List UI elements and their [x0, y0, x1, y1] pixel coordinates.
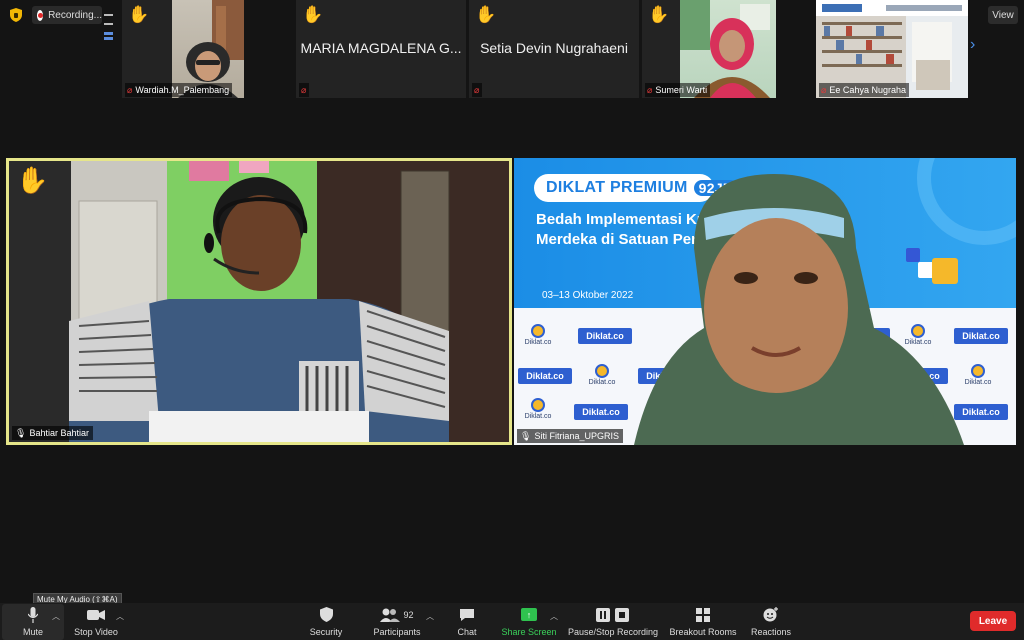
- breakout-grid-icon: [696, 607, 710, 623]
- share-screen-label: Share Screen: [501, 626, 557, 637]
- reactions-label: Reactions: [750, 626, 792, 637]
- diklat-badge-icon: [595, 364, 609, 378]
- participants-options-caret-icon[interactable]: ︿: [426, 611, 434, 622]
- participant-name: Sumeri Warti: [655, 85, 708, 95]
- participant-display-name: Setia Devin Nugrahaeni: [480, 40, 628, 56]
- mute-label: Mute: [22, 626, 43, 637]
- video-camera-icon: [87, 607, 105, 623]
- raised-hand-icon: ✋: [302, 5, 324, 24]
- participant-thumbnail[interactable]: ✋ MARIA MAGDALENA G... ⌀: [296, 0, 466, 98]
- diklat-small-logo: Diklat.co: [958, 364, 998, 386]
- participant-thumbnail[interactable]: ⌀ Ee Cahya Nugraha: [816, 0, 968, 98]
- participant-name: Wardiah.M_Palembang: [135, 85, 230, 95]
- encryption-shield-icon[interactable]: [6, 7, 26, 23]
- chat-bubble-icon: [459, 607, 475, 623]
- raised-hand-icon: ✋: [475, 5, 497, 24]
- muted-mic-icon: ⌀: [301, 84, 307, 95]
- participants-icon: 92: [380, 607, 414, 623]
- stop-video-label: Stop Video: [74, 626, 118, 637]
- participant-name: Siti Fitriana_UPGRIS: [534, 431, 619, 441]
- diklat-badge-icon: [971, 364, 985, 378]
- chat-label: Chat: [457, 626, 477, 637]
- smiley-plus-icon: [763, 607, 779, 623]
- share-options-caret-icon[interactable]: ︿: [550, 611, 558, 622]
- pause-stop-recording-label: Pause/Stop Recording: [567, 626, 659, 637]
- active-speaker-video: [9, 161, 509, 442]
- diklat-small-logo-text: Diklat.co: [588, 379, 616, 386]
- diklat-small-logo: Diklat.co: [518, 398, 558, 420]
- muted-mic-icon: ⌀: [127, 84, 133, 95]
- grid-view-icon[interactable]: [103, 32, 113, 40]
- next-page-chevron-icon[interactable]: ›: [970, 36, 975, 54]
- participant-name-tag: ⌀ Wardiah.M_Palembang: [125, 83, 233, 97]
- audio-options-caret-icon[interactable]: ︿: [52, 611, 60, 622]
- video-options-caret-icon[interactable]: ︿: [116, 611, 124, 622]
- diklat-logo: Diklat.co: [574, 404, 628, 420]
- active-speaker-tile[interactable]: ✋ 🎙 Bahtiar Bahtiar: [6, 158, 512, 445]
- microphone-icon: [28, 606, 38, 623]
- recording-label: Recording...: [48, 9, 102, 21]
- meeting-toolbar: Mute ︿ Stop Video ︿ Security 92 Particip…: [0, 603, 1024, 640]
- participant-tile[interactable]: DIKLAT PREMIUM 92JP Bedah Implementasi K…: [514, 158, 1016, 445]
- presenter-video: [634, 174, 964, 445]
- recording-indicator[interactable]: Recording...: [32, 6, 102, 24]
- diklat-small-logo: Diklat.co: [582, 364, 622, 386]
- diklat-logo: Diklat.co: [518, 368, 572, 384]
- gallery-strip-controls: [100, 14, 116, 58]
- diklat-logo: Diklat.co: [578, 328, 632, 344]
- raised-hand-icon: ✋: [648, 5, 670, 24]
- muted-mic-icon: ⌀: [474, 84, 480, 95]
- participant-name-tag: ⌀: [472, 83, 483, 97]
- mute-button[interactable]: Mute: [14, 603, 52, 640]
- diklat-badge-icon: [531, 324, 545, 338]
- diklat-small-logo-text: Diklat.co: [964, 379, 992, 386]
- participant-thumbnail[interactable]: ✋ ⌀ Wardiah.M_Palembang: [122, 0, 244, 98]
- participant-name-tag: 🎙 Siti Fitriana_UPGRIS: [517, 429, 623, 443]
- diklat-small-logo: Diklat.co: [518, 324, 558, 346]
- minimize-strip-icon[interactable]: [103, 23, 113, 25]
- participant-count: 92: [403, 609, 414, 620]
- security-label: Security: [309, 626, 343, 637]
- leave-button[interactable]: Leave: [970, 611, 1016, 631]
- participant-name-tag: ⌀: [299, 83, 310, 97]
- reactions-button[interactable]: Reactions: [748, 603, 794, 640]
- chat-button[interactable]: Chat: [450, 603, 484, 640]
- participant-name-tag: 🎙 Bahtiar Bahtiar: [12, 426, 93, 440]
- participants-label: Participants: [373, 626, 421, 637]
- unmuted-mic-icon: 🎙: [15, 427, 27, 438]
- participant-thumbnail[interactable]: ✋ ⌀ Sumeri Warti: [642, 0, 776, 98]
- muted-mic-icon: ⌀: [647, 84, 653, 95]
- zoom-meeting-window: Recording... ✋ ⌀ Wardiah.M_Palembang ✋ M…: [0, 0, 1024, 640]
- diklat-small-logo-text: Diklat.co: [524, 339, 552, 346]
- participant-display-name: MARIA MAGDALENA G...: [300, 40, 462, 56]
- raised-hand-icon: ✋: [128, 5, 150, 24]
- security-button[interactable]: Security: [302, 603, 350, 640]
- share-screen-icon: ↑: [521, 607, 537, 623]
- muted-mic-icon: ⌀: [821, 84, 827, 95]
- participant-name-tag: ⌀ Ee Cahya Nugraha: [819, 83, 909, 97]
- shield-icon: [319, 607, 333, 623]
- pause-stop-icons: [596, 607, 630, 623]
- raised-hand-icon: ✋: [16, 165, 49, 195]
- record-icon: [37, 9, 44, 21]
- participants-button[interactable]: 92 Participants: [368, 603, 426, 640]
- participant-name-tag: ⌀ Sumeri Warti: [645, 83, 711, 97]
- unmuted-mic-icon: 🎙: [520, 430, 532, 441]
- diklat-badge-icon: [531, 398, 545, 412]
- view-button[interactable]: View: [988, 6, 1018, 24]
- participant-thumbnail[interactable]: ✋ Setia Devin Nugrahaeni ⌀: [469, 0, 639, 98]
- diklat-small-logo-text: Diklat.co: [524, 413, 552, 420]
- breakout-rooms-button[interactable]: Breakout Rooms: [668, 603, 738, 640]
- hide-strip-icon[interactable]: [103, 14, 113, 16]
- breakout-rooms-label: Breakout Rooms: [669, 626, 737, 637]
- participant-name: Ee Cahya Nugraha: [829, 85, 906, 95]
- pause-stop-recording-button[interactable]: Pause/Stop Recording: [566, 603, 660, 640]
- participant-name: Bahtiar Bahtiar: [29, 428, 89, 438]
